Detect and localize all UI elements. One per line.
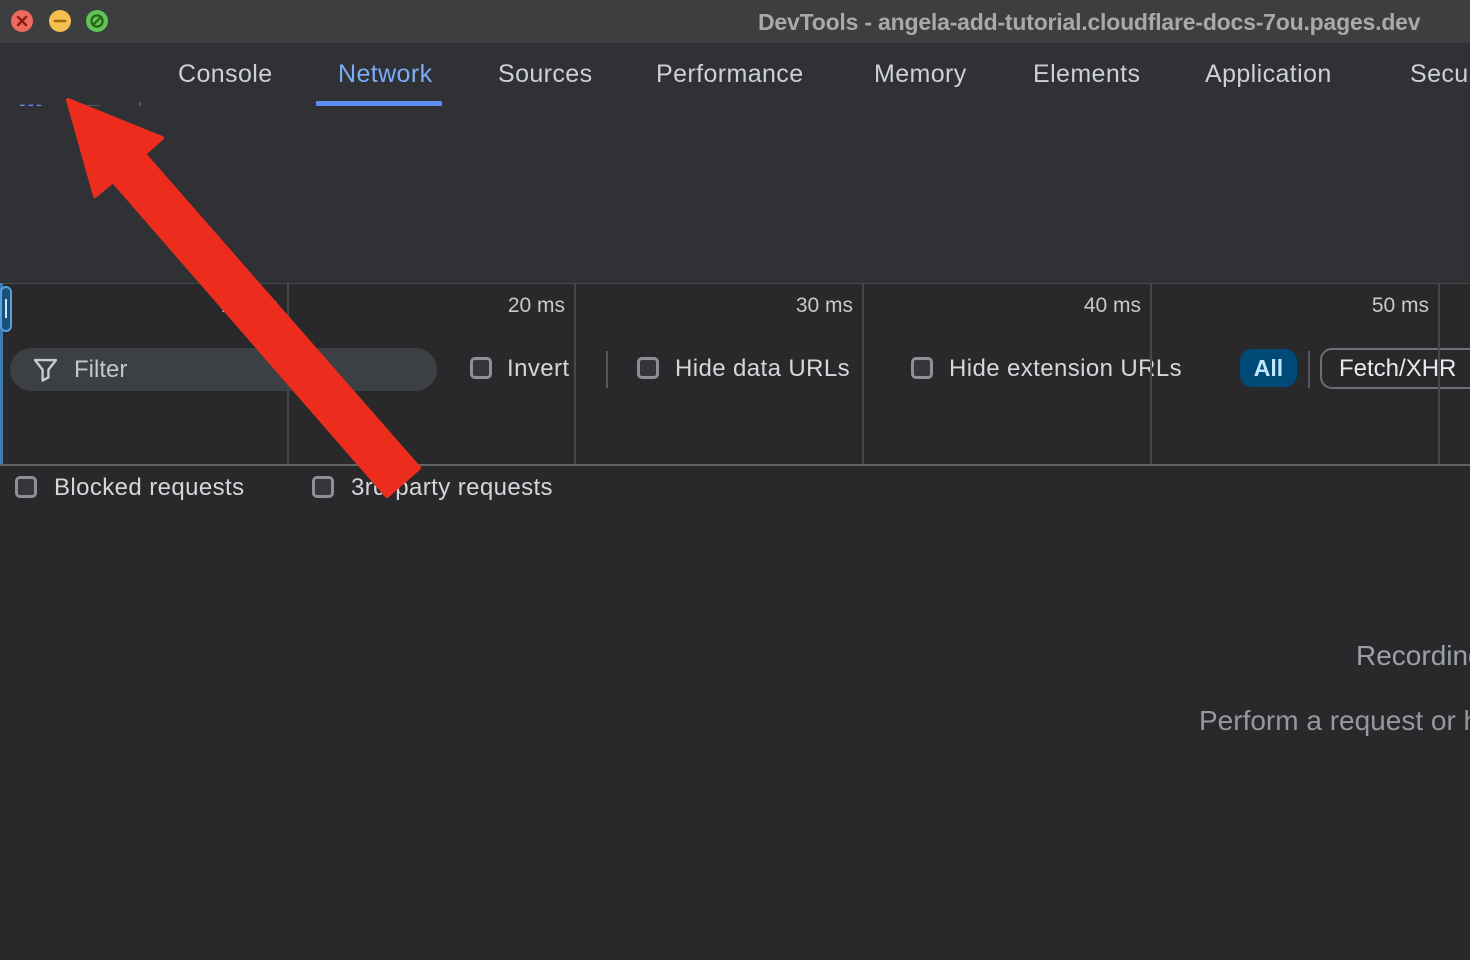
blocked-requests-label: Blocked requests [54,474,245,502]
timeline-tick-label: 30 ms [758,294,853,318]
timeline-gridline [574,283,576,464]
devtools-window: DevTools - angela-add-tutorial.cloudflar… [0,0,1470,960]
timeline-tick-label: 20 ms [470,294,565,318]
timeline-tick-label: 10 ms [183,294,278,318]
empty-state-hint-text: Perform a request or hit ⌘ R to record t… [1199,704,1470,737]
network-filter-row: Invert Hide data URLs Hide extension URL… [0,169,1470,231]
tab-security[interactable]: Security [1410,43,1470,106]
third-party-requests-checkbox[interactable] [312,476,334,498]
tab-network[interactable]: Network [338,43,433,106]
timeline-tick-label: 50 ms [1334,294,1429,318]
blocked-requests-checkbox[interactable] [15,476,37,498]
timeline-gridline [287,283,289,464]
window-title: DevTools - angela-add-tutorial.cloudflar… [758,9,1420,36]
timeline-tick-label: 40 ms [1046,294,1141,318]
window-titlebar: DevTools - angela-add-tutorial.cloudflar… [0,0,1470,43]
tab-sources[interactable]: Sources [498,43,593,106]
tab-elements[interactable]: Elements [1033,43,1140,106]
network-options-row: Blocked requests 3rd-party requests [0,231,1470,284]
close-icon [11,10,33,32]
minimize-window-button[interactable] [49,10,71,32]
minimize-icon [49,10,71,32]
tab-console[interactable]: Console [178,43,273,106]
empty-state-recording-text: Recording network activity… [1356,640,1470,672]
network-toolbar: Preserve log Disable cache No throttling [0,106,1470,169]
tab-memory[interactable]: Memory [874,43,967,106]
timeline-drag-handle[interactable] [0,286,12,332]
devtools-tabbar: Console Network Sources Performance Memo… [0,43,1470,107]
third-party-requests-label: 3rd-party requests [351,474,553,502]
zoom-disabled-icon [86,10,108,32]
tab-application[interactable]: Application [1205,43,1332,106]
network-overview-timeline[interactable]: 10 ms 20 ms 30 ms 40 ms 50 ms [0,283,1470,466]
timeline-gridline [1438,283,1440,464]
zoom-window-button[interactable] [86,10,108,32]
tab-performance[interactable]: Performance [656,43,804,106]
drag-handle-grip-icon [5,299,7,318]
timeline-gridline [1150,283,1152,464]
timeline-gridline [862,283,864,464]
close-window-button[interactable] [11,10,33,32]
